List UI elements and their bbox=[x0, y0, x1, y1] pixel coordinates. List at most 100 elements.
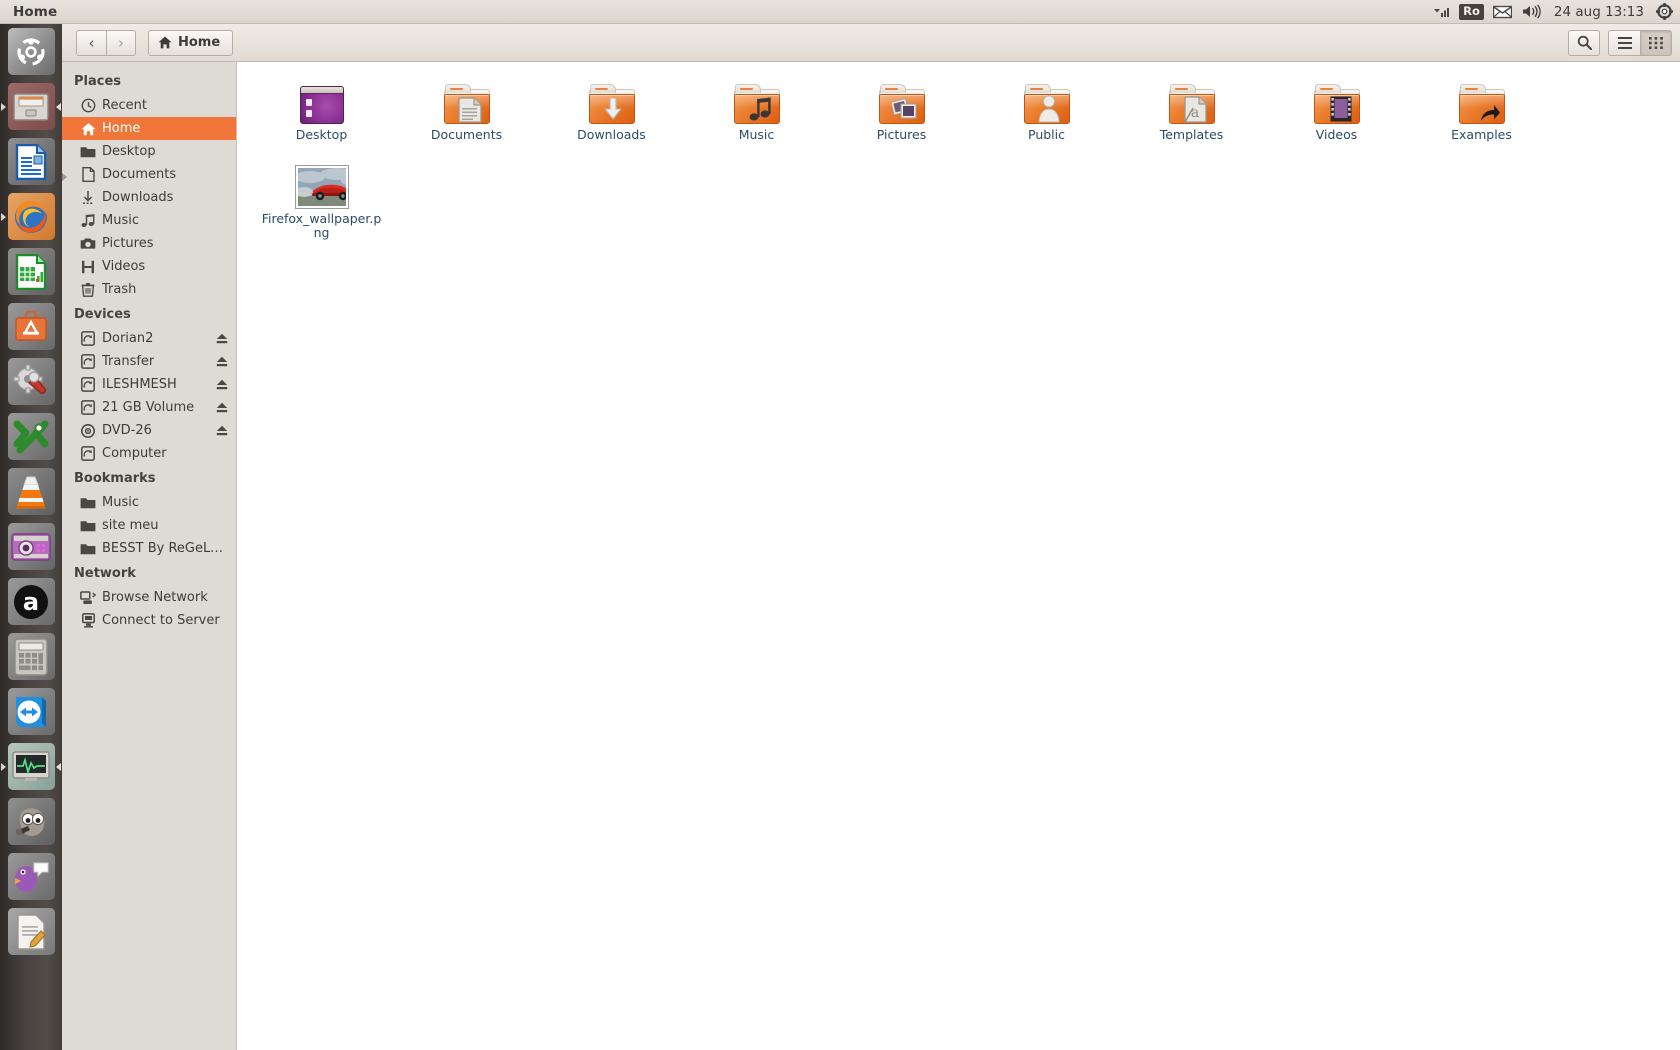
file-manager-toolbar: ‹ › Home bbox=[62, 24, 1680, 62]
launcher-item-teamviewer[interactable] bbox=[0, 684, 62, 739]
network-icon bbox=[80, 590, 96, 606]
list-view-button[interactable] bbox=[1608, 29, 1640, 56]
sidebar-item-computer[interactable]: Computer bbox=[62, 442, 236, 465]
folder-shape bbox=[733, 84, 780, 124]
eject-icon[interactable] bbox=[216, 402, 228, 413]
file-grid: Desktop Documents Downloads Music Pictur… bbox=[237, 72, 1680, 240]
file-item[interactable]: a Templates bbox=[1119, 72, 1264, 156]
back-button[interactable]: ‹ bbox=[76, 29, 106, 56]
sidebar-item-besst-by-regele[interactable]: BESST By ReGeLe (… bbox=[62, 537, 236, 560]
sidebar[interactable]: Places Recent Home Desktop Documents Download… bbox=[62, 62, 237, 1050]
eject-icon[interactable] bbox=[216, 425, 228, 436]
image-thumbnail-icon bbox=[295, 160, 348, 208]
sidebar-item-label: ILESHMESH bbox=[102, 377, 177, 392]
sidebar-item-label: Dorian2 bbox=[102, 331, 154, 346]
sidebar-resize-handle[interactable] bbox=[62, 172, 67, 182]
sidebar-item-site-meu[interactable]: site meu bbox=[62, 514, 236, 537]
forward-button[interactable]: › bbox=[106, 29, 136, 56]
sidebar-item-21-gb-volume[interactable]: 21 GB Volume bbox=[62, 396, 236, 419]
launcher-item-xchat[interactable] bbox=[0, 409, 62, 464]
launcher-item-system-monitor[interactable] bbox=[0, 739, 62, 794]
launcher-item-ubuntu-software[interactable] bbox=[0, 299, 62, 354]
wifi-signal-icon[interactable] bbox=[1433, 0, 1450, 24]
file-item[interactable]: Documents bbox=[394, 72, 539, 156]
keyboard-layout-label: Ro bbox=[1459, 3, 1484, 20]
sidebar-section-heading-network: Network bbox=[74, 566, 136, 581]
launcher-item-cheese-webcam[interactable] bbox=[0, 519, 62, 574]
file-item[interactable]: Music bbox=[684, 72, 829, 156]
folder-shape bbox=[443, 84, 490, 124]
volume-icon[interactable] bbox=[1521, 0, 1542, 24]
eject-icon[interactable] bbox=[216, 379, 228, 390]
keyboard-layout-indicator[interactable]: Ro bbox=[1459, 0, 1484, 24]
file-item-label: Videos bbox=[1315, 127, 1358, 142]
sidebar-item-connect-to-server[interactable]: Connect to Server bbox=[62, 609, 236, 632]
folder-shape bbox=[1458, 84, 1505, 124]
sidebar-item-label: Documents bbox=[102, 167, 177, 182]
panel-window-title: Home bbox=[13, 3, 58, 20]
sidebar-item-recent[interactable]: Recent bbox=[62, 94, 236, 117]
svg-text:a: a bbox=[1190, 105, 1198, 121]
launcher-item-pidgin[interactable] bbox=[0, 849, 62, 904]
launcher-item-firefox[interactable] bbox=[0, 189, 62, 244]
sidebar-item-label: Home bbox=[102, 121, 141, 136]
system-menu-gear-icon[interactable] bbox=[1656, 0, 1673, 24]
sidebar-item-label: Downloads bbox=[102, 190, 174, 205]
launcher-item-libreoffice-calc[interactable] bbox=[0, 244, 62, 299]
file-item[interactable]: Examples bbox=[1409, 72, 1554, 156]
file-item[interactable]: Pictures bbox=[829, 72, 974, 156]
sidebar-item-browse-network[interactable]: Browse Network bbox=[62, 586, 236, 609]
breadcrumb[interactable]: Home bbox=[148, 29, 234, 56]
sidebar-item-desktop[interactable]: Desktop bbox=[62, 140, 236, 163]
launcher-item-vlc[interactable] bbox=[0, 464, 62, 519]
launcher-item-ubuntu-dash[interactable] bbox=[0, 24, 62, 79]
launcher-item-system-settings[interactable] bbox=[0, 354, 62, 409]
sidebar-item-trash[interactable]: Trash bbox=[62, 278, 236, 301]
launcher-item-gimp[interactable] bbox=[0, 794, 62, 849]
sidebar-item-music[interactable]: Music bbox=[62, 491, 236, 514]
gimp-icon bbox=[7, 798, 55, 845]
launcher-item-files-nautilus[interactable] bbox=[0, 79, 62, 134]
sidebar-section-heading-bookmarks: Bookmarks bbox=[74, 471, 156, 486]
folder-music-icon bbox=[731, 76, 783, 124]
file-item-label: Pictures bbox=[876, 127, 927, 142]
file-item-label: Examples bbox=[1451, 127, 1512, 142]
download-icon bbox=[80, 190, 96, 206]
file-item[interactable]: Public bbox=[974, 72, 1119, 156]
launcher-item-calculator[interactable] bbox=[0, 629, 62, 684]
unity-launcher[interactable]: a bbox=[0, 24, 62, 1050]
sidebar-item-home[interactable]: Home bbox=[62, 117, 236, 140]
folder-templates-icon: a bbox=[1166, 76, 1218, 124]
search-button[interactable] bbox=[1568, 29, 1600, 56]
sidebar-item-videos[interactable]: Videos bbox=[62, 255, 236, 278]
sidebar-item-music[interactable]: Music bbox=[62, 209, 236, 232]
sidebar-item-downloads[interactable]: Downloads bbox=[62, 186, 236, 209]
optical-disc-icon bbox=[80, 423, 96, 439]
eject-icon[interactable] bbox=[216, 356, 228, 367]
file-item[interactable]: Downloads bbox=[539, 72, 684, 156]
amazon-icon: a bbox=[7, 578, 55, 625]
grid-view-button[interactable] bbox=[1640, 29, 1672, 56]
sidebar-item-ileshmesh[interactable]: ILESHMESH bbox=[62, 373, 236, 396]
desktop-window-icon bbox=[299, 86, 344, 124]
sidebar-item-dvd-26[interactable]: DVD-26 bbox=[62, 419, 236, 442]
image-thumbnail bbox=[295, 166, 348, 208]
launcher-item-text-editor[interactable] bbox=[0, 904, 62, 959]
launcher-item-libreoffice-writer[interactable] bbox=[0, 134, 62, 189]
file-item[interactable]: Desktop bbox=[249, 72, 394, 156]
clock-label[interactable]: 24 aug 13:13 bbox=[1551, 0, 1647, 24]
file-item[interactable]: Firefox_wallpaper.png bbox=[249, 156, 394, 240]
navigation-buttons[interactable]: ‹ › bbox=[76, 29, 136, 56]
file-item[interactable]: Videos bbox=[1264, 72, 1409, 156]
eject-icon[interactable] bbox=[216, 333, 228, 344]
sidebar-item-pictures[interactable]: Pictures bbox=[62, 232, 236, 255]
sidebar-item-transfer[interactable]: Transfer bbox=[62, 350, 236, 373]
sidebar-item-dorian2[interactable]: Dorian2 bbox=[62, 327, 236, 350]
file-view[interactable]: Desktop Documents Downloads Music Pictur… bbox=[237, 62, 1680, 1050]
cheese-webcam-icon bbox=[7, 523, 55, 570]
sidebar-item-documents[interactable]: Documents bbox=[62, 163, 236, 186]
launcher-item-amazon[interactable]: a bbox=[0, 574, 62, 629]
breadcrumb-item-home[interactable]: Home bbox=[148, 29, 234, 56]
envelope-icon[interactable] bbox=[1492, 0, 1512, 24]
view-toggle-group[interactable] bbox=[1608, 29, 1672, 56]
